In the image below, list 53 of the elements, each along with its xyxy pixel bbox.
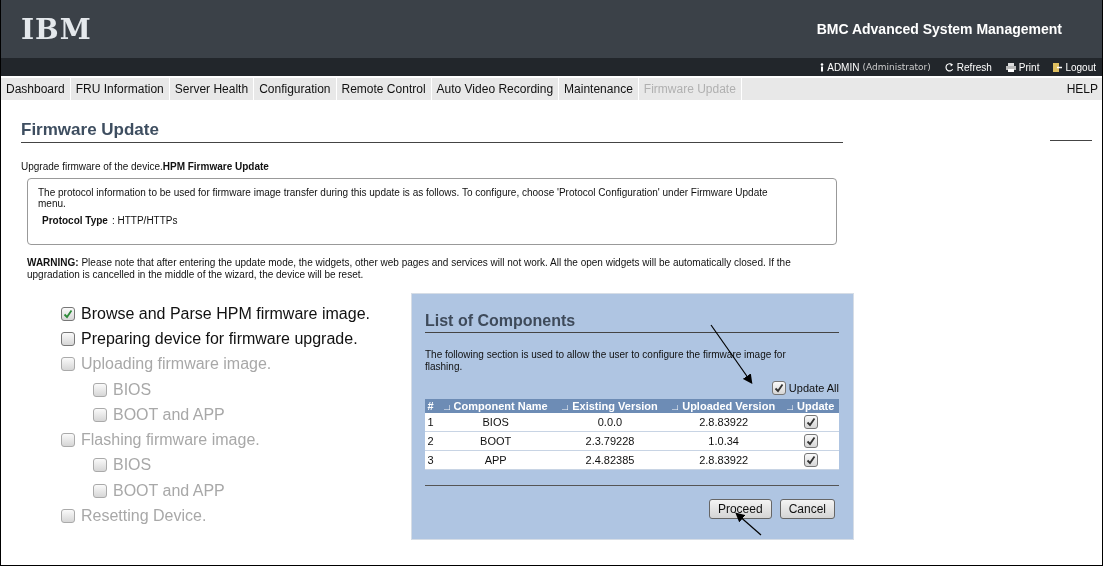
warning-text: WARNING: Please note that after entering the update mode, the widgets, other web pages and services will not work. All the open widgets will be automatically closed. If the upgradation is cancelled in the middle of the wizard, the device will be reset. <box>27 257 792 281</box>
table-cell: 1 <box>425 413 437 432</box>
field-value: : HTTP/HTTPs <box>111 215 178 226</box>
table-cell: BIOS <box>436 413 556 432</box>
help-link[interactable]: HELP <box>1066 82 1102 96</box>
refresh-icon <box>944 62 954 72</box>
printer-icon <box>1005 62 1016 72</box>
step-label: Preparing device for firmware upgrade. <box>81 329 358 348</box>
sort-icon <box>562 404 569 410</box>
intro-text: Upgrade firmware of the device.HPM Firmware Update <box>21 161 270 172</box>
step-label: BIOS <box>113 456 152 475</box>
nav-tab[interactable]: Dashboard <box>1 78 71 100</box>
step-label: Uploading firmware image. <box>81 355 272 374</box>
logo: IBM <box>21 12 92 46</box>
step-label: BIOS <box>113 380 152 399</box>
info-text: The protocol information to be used for firmware image transfer during this update is as follows. To configure, choose 'Protocol Configuration' under Firmware Update menu. <box>38 187 769 209</box>
table-cell: 0.0.0 <box>555 413 665 432</box>
step-label: BOOT and APP <box>113 481 225 500</box>
table-cell: 3 <box>425 450 437 470</box>
nav-tab[interactable]: Server Health <box>169 78 255 100</box>
nav-tab[interactable]: Remote Control <box>336 78 432 100</box>
arrow-drawing <box>735 512 762 536</box>
nav-tab[interactable]: FRU Information <box>70 78 170 100</box>
user-name: ADMIN <box>827 61 860 73</box>
header-link[interactable]: Logout <box>1065 61 1096 73</box>
app-title: BMC Advanced System Management <box>816 21 1062 37</box>
logout-icon <box>1053 62 1063 72</box>
nav-tab[interactable]: Configuration <box>254 78 337 100</box>
checkbox[interactable] <box>803 434 818 448</box>
table-cell: 2 <box>425 431 437 451</box>
checkbox[interactable] <box>771 381 786 395</box>
header-link[interactable]: Print <box>1018 61 1040 73</box>
sort-icon <box>443 404 450 410</box>
table-cell: 2.8.83922 <box>664 413 783 432</box>
field-label: Protocol Type <box>42 215 108 226</box>
user-icon <box>820 62 825 72</box>
nav-tab[interactable]: Maintenance <box>559 78 639 100</box>
sort-icon <box>672 404 679 410</box>
step-label: Flashing firmware image. <box>81 431 260 450</box>
proceed-button[interactable]: Proceed <box>708 499 772 519</box>
user-role: (Administrator) <box>862 62 931 72</box>
checkbox[interactable] <box>803 453 818 467</box>
step-label: Browse and Parse HPM firmware image. <box>81 304 370 323</box>
checkbox[interactable] <box>803 415 818 429</box>
step-label: BOOT and APP <box>113 405 225 424</box>
cancel-button[interactable]: Cancel <box>779 499 835 519</box>
nav-tab[interactable]: Auto Video Recording <box>431 78 560 100</box>
sort-icon <box>787 404 794 410</box>
checkbox-label: Update All <box>788 382 839 394</box>
dialog-title: List of Components <box>425 312 839 333</box>
step-label: Resetting Device. <box>81 507 207 525</box>
header-link[interactable]: Refresh <box>956 61 992 73</box>
page-title: Firmware Update <box>21 120 843 143</box>
